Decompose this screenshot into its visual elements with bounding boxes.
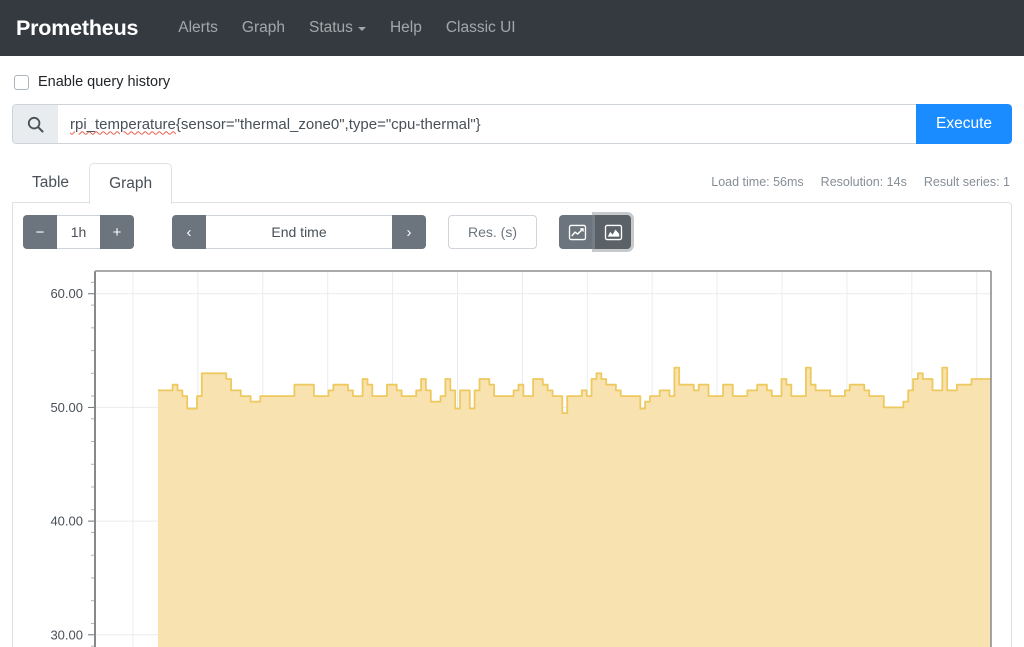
search-icon-container <box>12 104 58 144</box>
tab-table[interactable]: Table <box>12 162 89 203</box>
graph-controls: − 1h + ‹ End time › Res. (s) <box>23 215 1001 249</box>
nav-link-alerts-label: Alerts <box>178 19 218 36</box>
brand-logo[interactable]: Prometheus <box>16 16 138 41</box>
graph-panel: − 1h + ‹ End time › Res. (s) 60.00 50.00… <box>12 202 1012 647</box>
previous-time-button[interactable]: ‹ <box>172 215 206 249</box>
series-area <box>158 367 991 647</box>
query-expression-text: rpi_temperature{sensor="thermal_zone0",t… <box>70 116 481 133</box>
nav-link-classic-ui[interactable]: Classic UI <box>434 13 528 43</box>
nav-links: Alerts Graph Status Help Classic UI <box>166 13 527 43</box>
nav-link-alerts[interactable]: Alerts <box>166 13 230 43</box>
nav-link-status[interactable]: Status <box>297 13 378 43</box>
graph-chart: 60.00 50.00 40.00 30.00 <box>23 263 1001 647</box>
search-icon <box>27 116 44 133</box>
range-input[interactable]: 1h <box>57 215 100 249</box>
query-history-row: Enable query history <box>12 56 1012 90</box>
nav-link-help[interactable]: Help <box>378 13 434 43</box>
increase-range-button[interactable]: + <box>100 215 134 249</box>
line-chart-icon-button[interactable] <box>559 215 595 249</box>
tab-graph[interactable]: Graph <box>89 162 173 204</box>
y-tick-label: 30.00 <box>50 627 83 642</box>
chevron-down-icon <box>357 27 366 31</box>
page-body: Enable query history rpi_temperature{sen… <box>0 56 1024 647</box>
nav-link-classic-ui-label: Classic UI <box>445 19 516 36</box>
resolution-input[interactable]: Res. (s) <box>448 215 537 249</box>
chart-type-toggle-group <box>559 215 631 249</box>
line-chart-icon <box>568 224 586 240</box>
query-input-group: rpi_temperature{sensor="thermal_zone0",t… <box>12 104 1012 144</box>
y-tick-label: 40.00 <box>50 514 83 529</box>
area-chart-icon-button[interactable] <box>595 215 631 249</box>
nav-link-graph-label: Graph <box>241 19 285 36</box>
query-expression-input[interactable]: rpi_temperature{sensor="thermal_zone0",t… <box>58 104 916 144</box>
enable-query-history-label: Enable query history <box>38 74 171 90</box>
end-time-control-group: ‹ End time › <box>172 215 426 249</box>
area-chart-icon <box>604 224 622 240</box>
end-time-input[interactable]: End time <box>206 215 392 249</box>
nav-link-status-label: Status <box>308 19 353 36</box>
navbar: Prometheus Alerts Graph Status Help Clas… <box>0 0 1024 56</box>
execute-button[interactable]: Execute <box>915 104 1012 144</box>
tabs-and-meta: Table Graph Load time: 56ms Resolution: … <box>12 160 1012 204</box>
decrease-range-button[interactable]: − <box>23 215 57 249</box>
range-control-group: − 1h + <box>23 215 134 249</box>
graph-chart-svg[interactable]: 60.00 50.00 40.00 30.00 <box>23 263 1012 647</box>
query-expression-token: rpi_temperature <box>70 115 176 133</box>
nav-link-graph[interactable]: Graph <box>230 13 297 43</box>
result-tabs: Table Graph <box>12 160 1012 204</box>
enable-query-history-checkbox[interactable] <box>14 74 29 90</box>
nav-link-help-label: Help <box>389 19 422 36</box>
query-expression-rest: {sensor="thermal_zone0",type="cpu-therma… <box>175 115 481 133</box>
next-time-button[interactable]: › <box>392 215 426 249</box>
y-tick-label: 60.00 <box>50 286 83 301</box>
y-tick-label: 50.00 <box>50 400 83 415</box>
